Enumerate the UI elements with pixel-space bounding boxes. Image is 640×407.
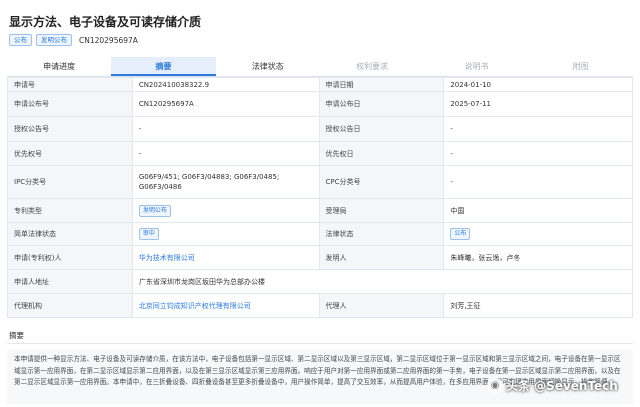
agency-label: 代理机构 (8, 294, 133, 317)
grant-number-value: - (133, 117, 320, 141)
status-badge: 公布 (9, 34, 32, 46)
agency-link[interactable]: 北京同立钧成知识产权代理有限公司 (139, 301, 251, 311)
application-date-label: 申请日期 (319, 78, 445, 91)
office-label: 受理局 (319, 199, 445, 222)
page-title: 显示方法、电子设备及可读存储介质 (9, 15, 202, 29)
table-row: 代理机构 北京同立钧成知识产权代理有限公司 代理人 刘芳,王征 (8, 294, 634, 318)
brief-status-cell: 审中 (133, 223, 320, 245)
table-row: 申请人地址 广东省深圳市龙岗区坂田华为总部办公楼 (8, 270, 633, 294)
address-value: 广东省深圳市龙岗区坂田华为总部办公楼 (133, 270, 633, 293)
watermark: ◉ 头条 @SevenTech (487, 377, 618, 394)
agent-label: 代理人 (319, 294, 445, 317)
publication-date-label: 申请公布日 (319, 92, 445, 116)
address-label: 申请人地址 (8, 270, 133, 293)
priority-date-value: - (444, 142, 634, 165)
patent-type-tag: 发明公布 (138, 204, 171, 217)
ipc-value: G06F9/451; G06F3/04883; G06F3/0485; G06F… (133, 166, 320, 198)
priority-date-label: 优先权日 (319, 142, 445, 165)
legal-status-cell: 公布 (444, 223, 634, 245)
legal-status-label: 法律状态 (319, 223, 445, 245)
header-badges: 公布 发明公布 CN120295697A (9, 34, 138, 46)
publication-number: CN120295697A (79, 35, 138, 45)
table-row: 专利类型 发明公布 受理局 中国 (8, 199, 634, 223)
patent-info-table: 申请号 CN202410038322.9 申请日期 2024-01-10 申请公… (7, 77, 634, 318)
toutiao-logo-icon: ◉ (487, 377, 503, 394)
tab-progress[interactable]: 申请进度 (7, 57, 111, 76)
patent-type-cell: 发明公布 (133, 199, 320, 222)
table-row: 申请号 CN202410038322.9 申请日期 2024-01-10 (8, 78, 634, 92)
legal-status-tag: 公布 (450, 228, 471, 240)
priority-number-label: 优先权号 (8, 142, 133, 165)
office-value: 中国 (444, 199, 634, 222)
abstract-heading: 摘要 (7, 330, 633, 344)
tab-legal-status[interactable]: 法律状态 (216, 57, 320, 76)
agency-cell: 北京同立钧成知识产权代理有限公司 (133, 294, 320, 317)
tab-abstract[interactable]: 摘要 (111, 57, 216, 76)
grant-date-value: - (444, 117, 634, 141)
inventor-value: 朱峰曦，张云逸，卢冬 (444, 246, 634, 269)
tab-bar: 申请进度 摘要 法律状态 权利要求 说明书 附图 (7, 57, 633, 77)
watermark-text: 头条 @SevenTech (506, 379, 618, 393)
cpc-value: - (444, 166, 634, 198)
tab-claims[interactable]: 权利要求 (320, 57, 424, 76)
patent-type-label: 专利类型 (8, 199, 133, 222)
application-date-value: 2024-01-10 (444, 78, 634, 91)
tab-drawings[interactable]: 附图 (529, 57, 633, 76)
applicant-cell: 华为技术有限公司 (133, 246, 320, 269)
table-row: 申请(专利权)人 华为技术有限公司 发明人 朱峰曦，张云逸，卢冬 (8, 246, 634, 270)
publication-date-value: 2025-07-11 (444, 92, 634, 116)
ipc-label: IPC分类号 (8, 166, 133, 198)
grant-number-label: 授权公告号 (8, 117, 133, 141)
priority-number-value: - (133, 142, 320, 165)
cpc-label: CPC分类号 (319, 166, 445, 198)
table-row: 简单法律状态 审中 法律状态 公布 (8, 223, 634, 246)
tab-description[interactable]: 说明书 (424, 57, 528, 76)
inventor-label: 发明人 (319, 246, 445, 269)
agent-value: 刘芳,王征 (444, 294, 634, 317)
application-number-value: CN202410038322.9 (133, 78, 320, 91)
brief-status-tag: 审中 (138, 228, 159, 240)
applicant-link[interactable]: 华为技术有限公司 (139, 253, 195, 263)
table-row: 申请公布号 CN120295697A 申请公布日 2025-07-11 (8, 92, 634, 117)
publication-number-value: CN120295697A (133, 92, 320, 116)
brief-status-label: 简单法律状态 (8, 223, 133, 245)
table-row: 优先权号 - 优先权日 - (8, 142, 634, 166)
table-row: IPC分类号 G06F9/451; G06F3/04883; G06F3/048… (8, 166, 634, 199)
application-number-label: 申请号 (8, 78, 133, 91)
grant-date-label: 授权公告日 (319, 117, 445, 141)
table-row: 授权公告号 - 授权公告日 - (8, 117, 634, 142)
type-badge: 发明公布 (36, 34, 72, 46)
applicant-label: 申请(专利权)人 (8, 246, 133, 269)
publication-number-label: 申请公布号 (8, 92, 133, 116)
